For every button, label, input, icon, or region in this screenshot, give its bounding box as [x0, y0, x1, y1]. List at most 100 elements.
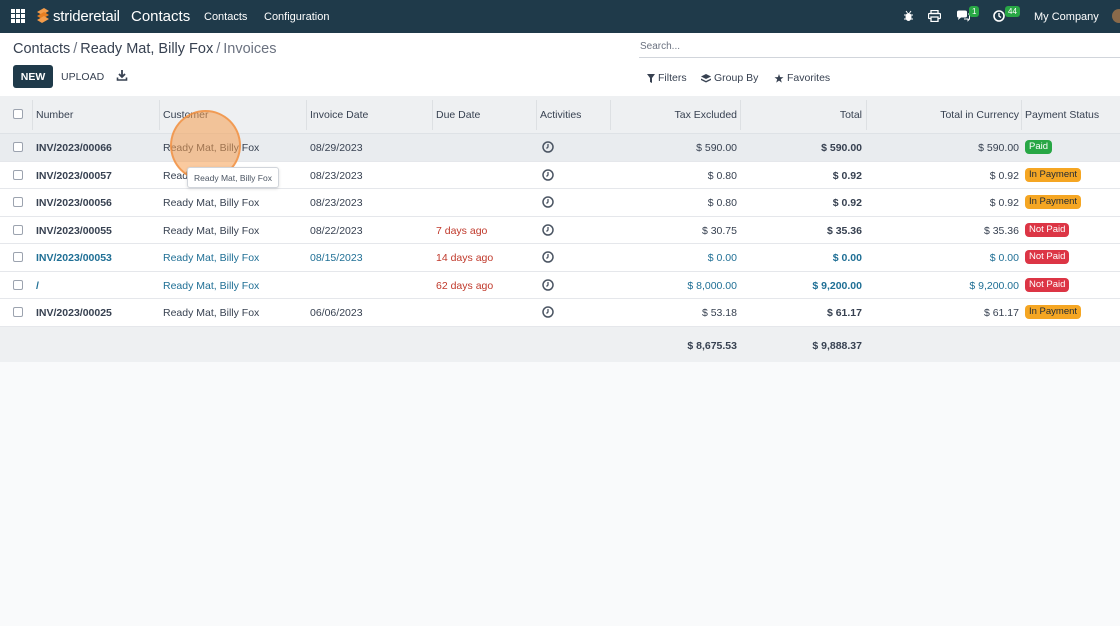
column-separator	[32, 100, 33, 130]
control-panel: Contacts / Ready Mat, Billy Fox / Invoices N…	[0, 33, 1120, 96]
filters-button[interactable]: Filters	[647, 72, 687, 84]
table-row[interactable]: INV/2023/00053 Ready Mat, Billy Fox 08/1…	[0, 244, 1120, 272]
groupby-button[interactable]: Group By	[701, 72, 758, 84]
row-checkbox[interactable]	[13, 307, 23, 317]
activity-clock-icon[interactable]	[542, 251, 554, 263]
column-separator	[536, 100, 537, 130]
table-footer-totals: $ 8,675.53 $ 9,888.37	[0, 326, 1120, 362]
cell-number: INV/2023/00055	[36, 224, 112, 237]
filters-label: Filters	[658, 72, 687, 84]
status-badge: Not Paid	[1025, 250, 1070, 264]
activity-clock-icon[interactable]	[542, 168, 554, 181]
activity-clock-icon[interactable]	[542, 223, 554, 236]
invoices-table: Number Customer Invoice Date Due Date Ac…	[0, 96, 1120, 362]
table-row[interactable]: INV/2023/00055 Ready Mat, Billy Fox 08/2…	[0, 216, 1120, 244]
cell-total: $ 35.36	[826, 224, 862, 237]
activities-badge: 44	[1005, 6, 1020, 17]
new-button[interactable]: NEW	[13, 65, 53, 88]
search-input[interactable]: Search...	[639, 40, 1120, 58]
download-icon[interactable]	[116, 69, 128, 81]
row-checkbox[interactable]	[13, 224, 23, 235]
bug-icon[interactable]	[903, 10, 914, 22]
header-total-currency[interactable]: Total in Currency	[940, 109, 1019, 121]
row-checkbox[interactable]	[13, 279, 23, 290]
row-checkbox[interactable]	[13, 169, 23, 180]
cell-total: $ 0.92	[832, 169, 862, 182]
cell-total: $ 0.92	[832, 197, 862, 209]
cell-customer: Ready Mat, Billy Fox	[163, 197, 260, 209]
cell-invoice-date: 08/29/2023	[310, 142, 363, 154]
customer-tooltip: Ready Mat, Billy Fox	[187, 167, 279, 188]
table-row[interactable]: INV/2023/00056 Ready Mat, Billy Fox 08/2…	[0, 189, 1120, 217]
filter-funnel-icon	[647, 73, 655, 83]
row-checkbox[interactable]	[13, 252, 23, 262]
activity-clock-icon[interactable]	[542, 196, 554, 208]
breadcrumb-separator: /	[216, 41, 221, 57]
cell-number: INV/2023/00025	[36, 307, 112, 319]
cell-number: /	[36, 279, 39, 292]
top-navbar: stride retail Contacts Contacts Configura…	[0, 0, 1120, 33]
header-total[interactable]: Total	[840, 109, 862, 121]
activity-clock-icon[interactable]	[542, 306, 554, 318]
row-checkbox[interactable]	[13, 197, 23, 207]
cell-tax-excluded: $ 0.80	[707, 169, 737, 182]
favorites-button[interactable]: Favorites	[774, 72, 830, 84]
breadcrumb-partner[interactable]: Ready Mat, Billy Fox	[80, 41, 213, 57]
cell-tax-excluded: $ 8,000.00	[687, 279, 737, 292]
status-badge: In Payment	[1025, 167, 1082, 182]
header-number[interactable]: Number	[36, 109, 73, 121]
groupby-label: Group By	[714, 72, 759, 84]
user-avatar[interactable]	[1112, 9, 1120, 23]
header-payment-status[interactable]: Payment Status	[1025, 109, 1099, 121]
messages-icon[interactable]	[956, 10, 970, 22]
app-title[interactable]: Contacts	[131, 8, 190, 25]
table-row[interactable]: INV/2023/00066 Ready Mat, Billy Fox 08/2…	[0, 134, 1120, 162]
cell-tax-excluded: $ 53.18	[701, 307, 737, 319]
activities-clock-icon[interactable]	[993, 10, 1005, 22]
cell-total-currency: $ 0.00	[989, 252, 1019, 264]
cell-invoice-date: 08/15/2023	[310, 252, 363, 264]
upload-button[interactable]: UPLOAD	[61, 71, 104, 83]
status-badge: Paid	[1025, 140, 1053, 154]
cell-customer: Ready Mat, Billy Fox	[163, 252, 260, 264]
print-icon[interactable]	[928, 10, 941, 22]
cell-total: $ 9,200.00	[812, 279, 862, 292]
column-separator	[610, 100, 611, 130]
table-row[interactable]: / Ready Mat, Billy Fox 62 days ago $ 8,0…	[0, 271, 1120, 299]
status-badge: Not Paid	[1025, 277, 1070, 292]
brand-logo[interactable]: stride retail	[35, 7, 120, 25]
header-due-date[interactable]: Due Date	[436, 109, 480, 121]
cell-total-currency: $ 9,200.00	[969, 279, 1019, 292]
activity-clock-icon[interactable]	[542, 278, 554, 291]
menu-contacts[interactable]: Contacts	[204, 11, 247, 23]
total-tax-excluded: $ 8,675.53	[687, 339, 737, 352]
cell-total: $ 590.00	[821, 142, 862, 154]
app-grid-icon[interactable]	[11, 9, 25, 23]
column-separator	[866, 100, 867, 130]
header-tax-excluded[interactable]: Tax Excluded	[675, 109, 737, 121]
column-separator	[306, 100, 307, 130]
breadcrumb-current: Invoices	[223, 41, 277, 57]
status-badge: In Payment	[1025, 195, 1082, 209]
header-invoice-date[interactable]: Invoice Date	[310, 109, 368, 121]
cell-number: INV/2023/00053	[36, 252, 112, 264]
brand-text-stride: stride	[53, 7, 89, 25]
cell-tax-excluded: $ 0.00	[707, 252, 737, 264]
total-amount: $ 9,888.37	[812, 339, 862, 352]
table-row[interactable]: INV/2023/00025 Ready Mat, Billy Fox 06/0…	[0, 299, 1120, 327]
cell-number: INV/2023/00066	[36, 142, 112, 154]
cell-total-currency: $ 590.00	[978, 142, 1019, 154]
cell-invoice-date: 08/23/2023	[310, 169, 363, 182]
menu-configuration[interactable]: Configuration	[264, 11, 329, 23]
header-activities[interactable]: Activities	[540, 109, 581, 121]
table-row[interactable]: INV/2023/00057 Ready Mat, Billy Fox 08/2…	[0, 161, 1120, 189]
activity-clock-icon[interactable]	[542, 141, 554, 153]
cell-due-date: 7 days ago	[436, 224, 488, 237]
status-badge: Not Paid	[1025, 222, 1070, 237]
column-separator	[1021, 100, 1022, 130]
breadcrumb-contacts[interactable]: Contacts	[13, 41, 70, 57]
row-checkbox[interactable]	[13, 142, 23, 152]
column-separator	[432, 100, 433, 130]
select-all-checkbox[interactable]	[13, 109, 23, 119]
company-switcher[interactable]: My Company	[1034, 11, 1099, 23]
